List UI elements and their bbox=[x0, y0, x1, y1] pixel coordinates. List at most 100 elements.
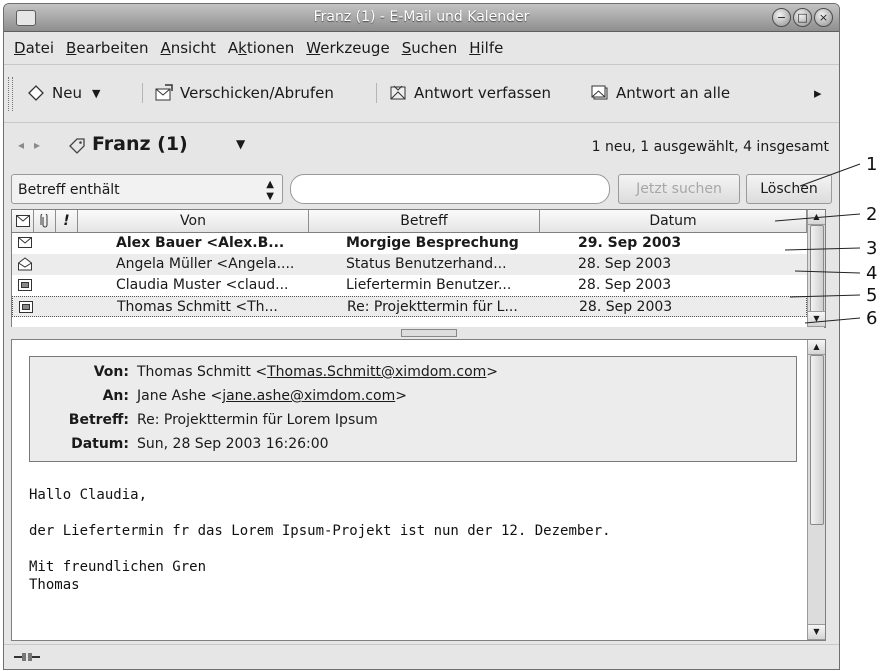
send-receive-button[interactable]: Verschicken/Abrufen bbox=[154, 81, 334, 105]
close-icon[interactable]: × bbox=[814, 8, 833, 27]
preview-pane: Von: Thomas Schmitt <Thomas.Schmitt@ximdo… bbox=[11, 339, 826, 641]
table-row[interactable]: Claudia Muster <claud... Liefertermin Ben… bbox=[12, 275, 807, 296]
online-connection-icon[interactable] bbox=[14, 651, 40, 663]
header-text: Thomas Schmitt < bbox=[137, 364, 268, 380]
callout-4: 4 bbox=[866, 263, 878, 284]
reply-icon bbox=[390, 85, 406, 100]
table-row[interactable]: Alex Bauer <Alex.B... Morgige Besprechung… bbox=[12, 233, 807, 254]
table-row[interactable]: Angela Müller <Angela.... Status Benutzer… bbox=[12, 254, 807, 275]
menu-mnemonic: H bbox=[469, 39, 481, 57]
message-from: Thomas Schmitt <Th... bbox=[117, 299, 278, 315]
envelope-open-icon[interactable] bbox=[18, 257, 32, 271]
header-label: Von: bbox=[93, 364, 129, 380]
window-title: Franz (1) - E-Mail und Kalender bbox=[313, 9, 530, 25]
title-bar[interactable]: Franz (1) - E-Mail und Kalender − □ × bbox=[4, 4, 839, 32]
message-from: Alex Bauer <Alex.B... bbox=[116, 235, 285, 251]
menu-mnemonic: D bbox=[14, 39, 26, 57]
menu-mnemonic: B bbox=[66, 39, 77, 57]
menu-label-part: earbeiten bbox=[76, 39, 149, 57]
header-text: Jane Ashe < bbox=[137, 388, 223, 404]
maximize-icon[interactable]: □ bbox=[793, 8, 812, 27]
header-label: Datum: bbox=[71, 436, 129, 452]
search-filter-value: Betreff enthält bbox=[18, 182, 120, 198]
menu-mnemonic: k bbox=[238, 39, 247, 57]
clear-button[interactable]: Löschen bbox=[746, 174, 832, 204]
folder-title: Franz (1) bbox=[92, 133, 188, 155]
status-bar bbox=[4, 644, 839, 669]
scrollbar-thumb[interactable] bbox=[810, 225, 824, 313]
menu-item-6[interactable]: Hilfe bbox=[463, 39, 509, 57]
callout-6: 6 bbox=[866, 308, 878, 329]
callout-1: 1 bbox=[866, 154, 878, 175]
envelope-closed-icon[interactable] bbox=[18, 236, 32, 250]
menu-label-part: A bbox=[227, 39, 239, 57]
find-now-button[interactable]: Jetzt suchen bbox=[618, 174, 740, 204]
header-text: Re: Projekttermin für Lorem Ipsum bbox=[137, 412, 378, 428]
menu-item-2[interactable]: Ansicht bbox=[154, 39, 221, 57]
message-date: 28. Sep 2003 bbox=[578, 256, 672, 272]
back-forward-icon[interactable]: ◂▸ bbox=[18, 138, 50, 152]
scrollbar-thumb[interactable] bbox=[810, 355, 824, 525]
scroll-up-icon[interactable]: ▲ bbox=[808, 340, 825, 355]
menu-label-part: ilfe bbox=[480, 39, 504, 57]
toolbar-separator bbox=[142, 83, 143, 103]
column-from[interactable]: Von bbox=[78, 210, 309, 232]
header-text: Sun, 28 Sep 2003 16:26:00 bbox=[137, 436, 329, 452]
envelope-replied-icon[interactable] bbox=[18, 278, 32, 292]
scroll-down-icon[interactable]: ▼ bbox=[808, 311, 825, 327]
search-filter-select[interactable]: Betreff enthält ▲ ▼ bbox=[11, 174, 283, 204]
search-input[interactable] bbox=[290, 174, 610, 204]
table-row[interactable]: Thomas Schmitt <Th... Re: Projekttermin f… bbox=[12, 296, 807, 317]
menu-label-part: uchen bbox=[411, 39, 458, 57]
send-receive-icon bbox=[155, 84, 173, 101]
menu-item-3[interactable]: Aktionen bbox=[222, 39, 300, 57]
header-suffix: > bbox=[486, 364, 499, 380]
paperclip-icon[interactable] bbox=[34, 210, 56, 232]
menu-item-0[interactable]: Datei bbox=[8, 39, 60, 57]
email-link[interactable]: jane.ashe@ximdom.com bbox=[222, 388, 395, 404]
folder-status: 1 neu, 1 ausgewählt, 4 insgesamt bbox=[591, 139, 829, 155]
menu-item-1[interactable]: Bearbeiten bbox=[60, 39, 154, 57]
reply-all-button[interactable]: Antwort an alle bbox=[590, 81, 730, 105]
pane-splitter[interactable] bbox=[11, 327, 824, 339]
new-message-icon bbox=[28, 85, 44, 101]
toolbar-separator bbox=[376, 83, 377, 103]
menu-item-4[interactable]: Werkzeuge bbox=[300, 39, 395, 57]
preview-scrollbar[interactable]: ▲ ▼ bbox=[807, 340, 825, 640]
menu-mnemonic: W bbox=[306, 39, 321, 57]
reply-all-icon bbox=[591, 85, 608, 100]
envelope-replied-icon[interactable] bbox=[19, 300, 33, 314]
reply-button[interactable]: Antwort verfassen bbox=[388, 81, 551, 105]
callout-2: 2 bbox=[866, 204, 878, 225]
toolbar-grip[interactable] bbox=[8, 77, 13, 111]
new-button[interactable]: Neu ▼ bbox=[26, 81, 100, 105]
message-subject: Status Benutzerhand... bbox=[346, 256, 507, 272]
column-subject[interactable]: Betreff bbox=[309, 210, 540, 232]
message-from: Angela Müller <Angela.... bbox=[116, 256, 295, 272]
folder-bar: ◂▸ Franz (1) ▼ 1 neu, 1 ausgewählt, 4 in… bbox=[4, 123, 839, 171]
toolbar: Neu ▼ Verschicken/Abrufen Antwort verfas… bbox=[4, 65, 839, 123]
header-value: Sun, 28 Sep 2003 16:26:00 bbox=[137, 433, 329, 455]
header-value: Jane Ashe <jane.ashe@ximdom.com> bbox=[137, 385, 407, 407]
callout-3: 3 bbox=[866, 238, 878, 259]
header-label: Betreff: bbox=[68, 412, 129, 428]
flag-icon[interactable]: ! bbox=[56, 210, 78, 232]
message-list: ! Von Betreff Datum Alex Bauer <Alex.B..… bbox=[11, 209, 826, 328]
chevron-down-icon[interactable]: ▼ bbox=[236, 137, 245, 151]
menu-mnemonic: S bbox=[401, 39, 412, 57]
message-date: 28. Sep 2003 bbox=[579, 299, 673, 315]
chevron-down-icon[interactable]: ▼ bbox=[92, 87, 100, 100]
scroll-down-icon[interactable]: ▼ bbox=[808, 624, 825, 640]
menu-label-part: tionen bbox=[246, 39, 295, 57]
search-bar: Betreff enthält ▲ ▼ Jetzt suchen Löschen bbox=[4, 171, 839, 209]
toolbar-overflow-icon[interactable]: ▸ bbox=[814, 81, 822, 105]
column-date[interactable]: Datum bbox=[540, 210, 807, 232]
splitter-grip[interactable] bbox=[401, 329, 457, 337]
minimize-icon[interactable]: − bbox=[772, 8, 791, 27]
menu-mnemonic: A bbox=[160, 39, 171, 57]
message-list-scrollbar[interactable]: ▲ ▼ bbox=[807, 210, 825, 327]
email-link[interactable]: Thomas.Schmitt@ximdom.com bbox=[267, 364, 486, 380]
scroll-up-icon[interactable]: ▲ bbox=[808, 210, 825, 225]
menu-item-5[interactable]: Suchen bbox=[396, 39, 464, 57]
envelope-icon[interactable] bbox=[12, 210, 34, 232]
